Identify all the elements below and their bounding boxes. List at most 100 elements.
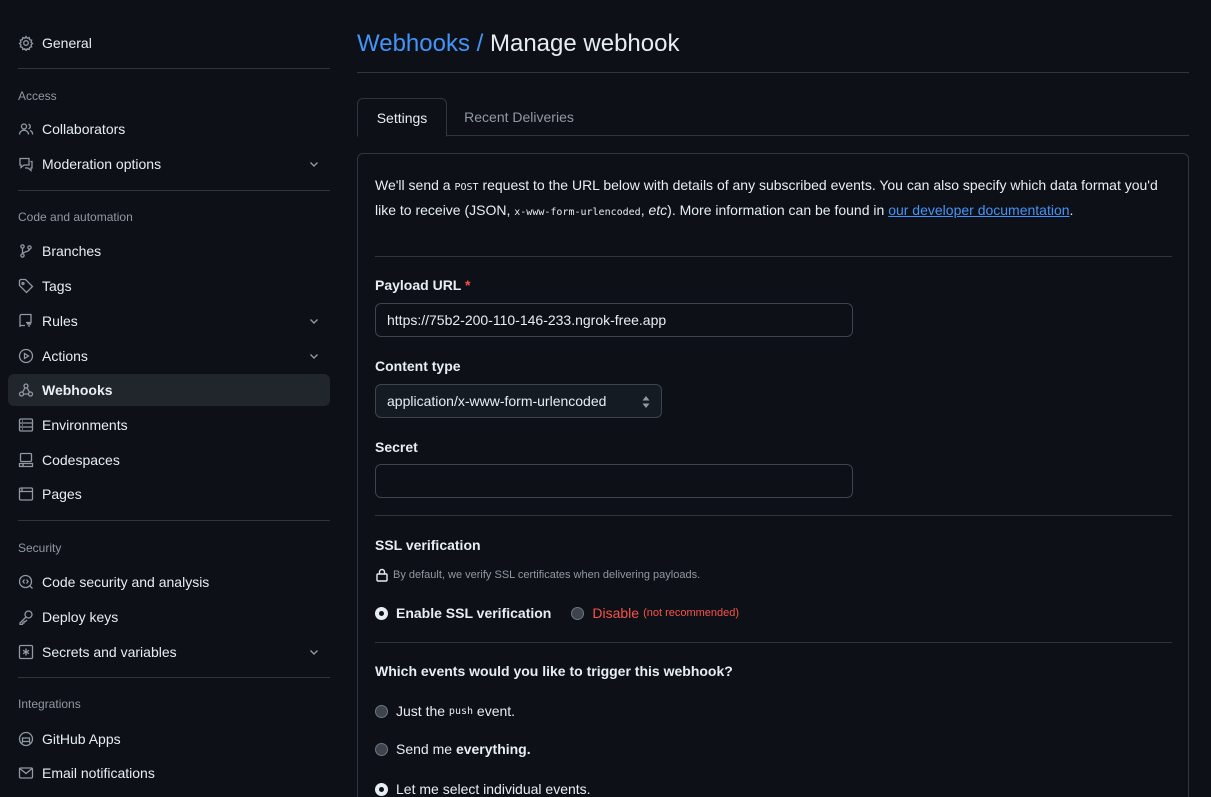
- codescan-icon: [18, 574, 34, 590]
- play-icon: [18, 348, 34, 364]
- sidebar-item-label: Codespaces: [42, 452, 120, 468]
- enable-ssl-label[interactable]: Enable SSL verification: [396, 605, 551, 621]
- intro-emphasis: etc: [648, 202, 668, 218]
- disable-ssl-label[interactable]: Disable: [592, 605, 639, 621]
- lock-icon: [375, 568, 393, 582]
- sidebar-item-collaborators[interactable]: Collaborators: [8, 113, 330, 145]
- event-option-text: event.: [473, 703, 516, 719]
- asterisk-box-icon: [18, 644, 34, 660]
- payload-url-input[interactable]: [375, 303, 853, 337]
- gear-icon: [18, 35, 34, 51]
- event-option-text: Let me select individual events.: [396, 781, 591, 797]
- sidebar-item-tags[interactable]: Tags: [8, 270, 330, 302]
- sidebar-item-label: Moderation options: [42, 156, 162, 172]
- select-arrows-icon: [641, 395, 651, 409]
- events-question: Which events would you like to trigger t…: [375, 663, 733, 679]
- people-icon: [18, 121, 34, 137]
- sidebar-item-general[interactable]: General: [8, 27, 330, 59]
- sidebar-item-label: Pages: [42, 486, 82, 502]
- sidebar-item-label: Deploy keys: [42, 609, 119, 625]
- sidebar-item-label: Tags: [42, 278, 72, 294]
- enable-ssl-radio[interactable]: [375, 606, 388, 620]
- section-divider: [375, 256, 1172, 257]
- sidebar-item-label: Environments: [42, 417, 128, 433]
- intro-text: We'll send a POST request to the URL bel…: [375, 174, 1165, 224]
- sidebar-item-code-security[interactable]: Code security and analysis: [8, 566, 330, 598]
- sidebar-item-github-apps[interactable]: GitHub Apps: [8, 723, 330, 755]
- sidebar-divider: [18, 190, 330, 191]
- everything-radio[interactable]: [375, 742, 388, 756]
- browser-icon: [18, 486, 34, 502]
- sidebar-item-rules[interactable]: Rules: [8, 305, 330, 337]
- section-heading-integrations: Integrations: [18, 697, 81, 711]
- content-type-value: application/x-www-form-urlencoded: [387, 393, 607, 409]
- chevron-down-icon: [308, 645, 320, 657]
- comment-discussion-icon: [18, 156, 34, 172]
- section-heading-code-automation: Code and automation: [18, 210, 133, 224]
- secret-input[interactable]: [375, 464, 853, 498]
- sidebar-item-label: GitHub Apps: [42, 731, 121, 747]
- sidebar-item-secrets[interactable]: Secrets and variables: [8, 636, 330, 668]
- sidebar-divider: [18, 520, 330, 521]
- sidebar-item-deploy-keys[interactable]: Deploy keys: [8, 601, 330, 633]
- push-event-radio[interactable]: [375, 704, 388, 718]
- sidebar-item-pages[interactable]: Pages: [8, 478, 330, 510]
- sidebar-item-label: Webhooks: [42, 382, 113, 398]
- webhook-icon: [18, 382, 34, 398]
- sidebar-item-environments[interactable]: Environments: [8, 409, 330, 441]
- developer-documentation-link[interactable]: our developer documentation: [888, 202, 1069, 218]
- event-option-text: Just the: [396, 703, 449, 719]
- secret-label: Secret: [375, 439, 418, 455]
- sidebar-item-webhooks[interactable]: Webhooks: [8, 374, 330, 406]
- ssl-note-text: By default, we verify SSL certificates w…: [393, 569, 701, 581]
- section-heading-access: Access: [18, 89, 57, 103]
- ssl-options: Enable SSL verification Disable (not rec…: [375, 605, 739, 621]
- tab-recent-deliveries[interactable]: Recent Deliveries: [449, 98, 589, 136]
- disable-ssl-radio[interactable]: [571, 606, 585, 620]
- push-code: push: [448, 705, 474, 717]
- repo-push-icon: [18, 313, 34, 329]
- required-mark: *: [465, 277, 471, 293]
- intro-part: We'll send a: [375, 177, 455, 193]
- section-divider: [375, 515, 1172, 516]
- event-option-individual[interactable]: Let me select individual events.: [375, 781, 591, 797]
- sidebar-item-codespaces[interactable]: Codespaces: [8, 444, 330, 476]
- intro-code: x-www-form-urlencoded: [514, 207, 641, 218]
- branch-icon: [18, 243, 34, 259]
- content-type-label: Content type: [375, 358, 461, 374]
- intro-code: POST: [454, 182, 479, 193]
- sidebar-item-label: Email notifications: [42, 765, 155, 781]
- page-title-text: Manage webhook: [489, 30, 680, 57]
- sidebar-divider: [18, 68, 330, 69]
- codespaces-icon: [18, 452, 34, 468]
- page-title: Webhooks / Manage webhook: [357, 30, 679, 58]
- payload-url-label-text: Payload URL: [375, 277, 462, 293]
- event-option-push[interactable]: Just the push event.: [375, 703, 515, 719]
- content-type-select[interactable]: application/x-www-form-urlencoded: [375, 384, 662, 418]
- sidebar-item-branches[interactable]: Branches: [8, 235, 330, 267]
- event-option-everything[interactable]: Send me everything.: [375, 741, 531, 757]
- sidebar-item-actions[interactable]: Actions: [8, 340, 330, 372]
- sidebar-item-label: Code security and analysis: [42, 574, 210, 590]
- tab-settings[interactable]: Settings: [357, 98, 447, 137]
- disable-ssl-note: (not recommended): [643, 607, 740, 619]
- apps-icon: [18, 731, 34, 747]
- intro-part: ). More information can be found in: [667, 202, 889, 218]
- sidebar-item-moderation[interactable]: Moderation options: [8, 148, 330, 180]
- chevron-down-icon: [308, 314, 320, 326]
- individual-events-radio[interactable]: [375, 782, 388, 796]
- breadcrumb-webhooks-link[interactable]: Webhooks: [357, 30, 470, 57]
- sidebar-item-label: Secrets and variables: [42, 644, 177, 660]
- title-divider: [357, 72, 1189, 73]
- section-divider: [375, 642, 1172, 643]
- sidebar-item-label: Branches: [42, 243, 102, 259]
- payload-url-label: Payload URL *: [375, 277, 470, 293]
- mail-icon: [18, 765, 34, 781]
- sidebar-item-label: General: [42, 35, 92, 51]
- ssl-note: By default, we verify SSL certificates w…: [375, 568, 700, 582]
- sidebar-item-email-notifications[interactable]: Email notifications: [8, 757, 330, 789]
- chevron-down-icon: [308, 157, 320, 169]
- event-option-text: Send me: [396, 741, 456, 757]
- key-icon: [18, 609, 34, 625]
- everything-bold: everything.: [455, 741, 531, 757]
